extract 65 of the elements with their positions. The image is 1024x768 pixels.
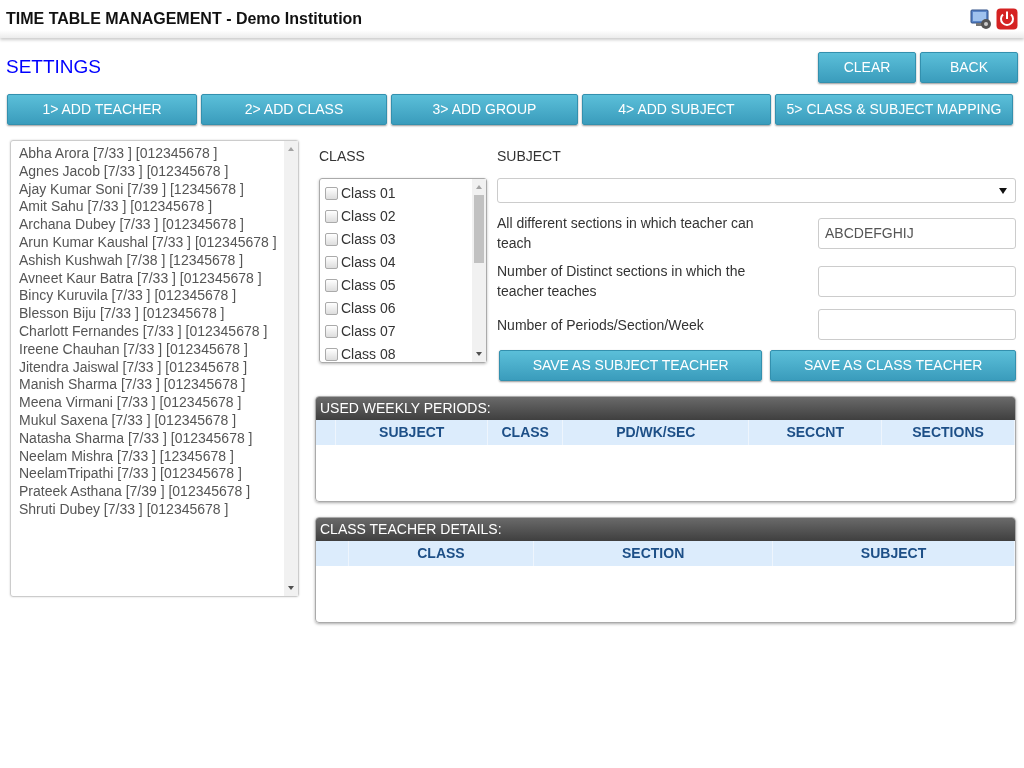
column-header: CLASS <box>348 541 534 566</box>
class-label: CLASS <box>319 147 366 166</box>
class-option[interactable]: Class 04 <box>341 251 396 274</box>
class-option[interactable]: Class 07 <box>341 320 396 343</box>
checkbox[interactable] <box>325 210 338 223</box>
class-option[interactable]: Class 05 <box>341 274 396 297</box>
teacher-item[interactable]: Neelam Mishra [7/33 ] [12345678 ] <box>19 447 284 466</box>
checkbox[interactable] <box>325 325 338 338</box>
teacher-item[interactable]: Archana Dubey [7/33 ] [012345678 ] <box>19 216 284 234</box>
app-title: TIME TABLE MANAGEMENT - Demo Institution <box>6 9 363 29</box>
teacher-item[interactable]: Shruti Dubey [7/33 ] [012345678 ] <box>19 500 284 519</box>
teacher-item[interactable]: Manish Sharma [7/33 ] [012345678 ] <box>19 376 284 395</box>
teacher-item[interactable]: Natasha Sharma [7/33 ] [012345678 ] <box>19 429 284 448</box>
field-label: All different sections in which teacher can teach <box>497 214 755 253</box>
teacher-item[interactable]: NeelamTripathi [7/33 ] [012345678 ] <box>19 465 284 484</box>
teacher-item[interactable]: Abha Arora [7/33 ] [012345678 ] <box>19 145 284 163</box>
panel-header: CLASS TEACHER DETAILS: <box>316 518 1015 541</box>
scrollbar[interactable] <box>284 141 298 596</box>
input-field[interactable] <box>818 309 1016 340</box>
teacher-item[interactable]: Blesson Biju [7/33 ] [012345678 ] <box>19 305 284 323</box>
teacher-item[interactable]: Ashish Kushwah [7/38 ] [12345678 ] <box>19 251 284 270</box>
teacher-item[interactable]: Bincy Kuruvila [7/33 ] [012345678 ] <box>19 287 284 306</box>
input-field[interactable]: ABCDEFGHIJ <box>818 217 1016 249</box>
caret-icon <box>999 187 1007 194</box>
field-label: Number of Distinct sections in which the teacher teaches <box>497 262 747 301</box>
teacher-item[interactable]: Meena Virmani [7/33 ] [012345678 ] <box>19 394 284 412</box>
column-header: CLASS <box>487 420 563 445</box>
column-header: SECTION <box>533 541 773 566</box>
page-title: SETTINGS <box>6 55 101 80</box>
checkbox[interactable] <box>325 348 338 361</box>
subject-dropdown[interactable] <box>497 178 1016 203</box>
teacher-item[interactable]: Mukul Saxena [7/33 ] [012345678 ] <box>19 411 284 430</box>
class-option[interactable]: Class 01 <box>341 182 396 205</box>
checkbox[interactable] <box>325 256 338 269</box>
column-header: SUBJECT <box>772 541 1015 566</box>
column-header: SECTIONS <box>881 420 1015 445</box>
class-option[interactable]: Class 06 <box>341 297 396 320</box>
teacher-item[interactable]: Ireene Chauhan [7/33 ] [012345678 ] <box>19 340 284 359</box>
class-option[interactable]: Class 03 <box>341 228 396 251</box>
teacher-item[interactable]: Charlott Fernandes [7/33 ] [012345678 ] <box>19 322 284 341</box>
class-option[interactable]: Class 08 <box>341 343 396 366</box>
scrollbar[interactable] <box>472 179 486 362</box>
teacher-item[interactable]: Avneet Kaur Batra [7/33 ] [012345678 ] <box>19 269 284 288</box>
teacher-list[interactable] <box>10 140 299 597</box>
checkbox[interactable] <box>325 233 338 246</box>
column-header: PD/WK/SEC <box>562 420 749 445</box>
column-header: SECCNT <box>748 420 882 445</box>
teacher-item[interactable]: Prateek Asthana [7/39 ] [012345678 ] <box>19 483 284 501</box>
subject-label: SUBJECT <box>497 147 562 166</box>
power-icon[interactable] <box>996 8 1018 30</box>
teacher-item[interactable]: Agnes Jacob [7/33 ] [012345678 ] <box>19 162 284 181</box>
settings-icon[interactable] <box>970 8 992 30</box>
column-header: SUBJECT <box>335 420 488 445</box>
checkbox[interactable] <box>325 187 338 200</box>
teacher-item[interactable]: Arun Kumar Kaushal [7/33 ] [012345678 ] <box>19 234 284 252</box>
teacher-item[interactable]: Ajay Kumar Soni [7/39 ] [12345678 ] <box>19 180 284 199</box>
class-option[interactable]: Class 02 <box>341 205 396 228</box>
input-field[interactable] <box>818 265 1016 297</box>
class-list[interactable]: Class 01 Class 02 Class 03 Class 04 Class 05 Class 06 Class 07 Class 08 <box>319 178 487 363</box>
teacher-item[interactable]: Amit Sahu [7/33 ] [012345678 ] <box>19 198 284 217</box>
field-label: Number of Periods/Section/Week <box>497 315 704 335</box>
checkbox[interactable] <box>325 279 338 292</box>
panel-header: USED WEEKLY PERIODS: <box>316 397 1015 420</box>
teacher-item[interactable]: Jitendra Jaiswal [7/33 ] [012345678 ] <box>19 358 284 377</box>
checkbox[interactable] <box>325 302 338 315</box>
